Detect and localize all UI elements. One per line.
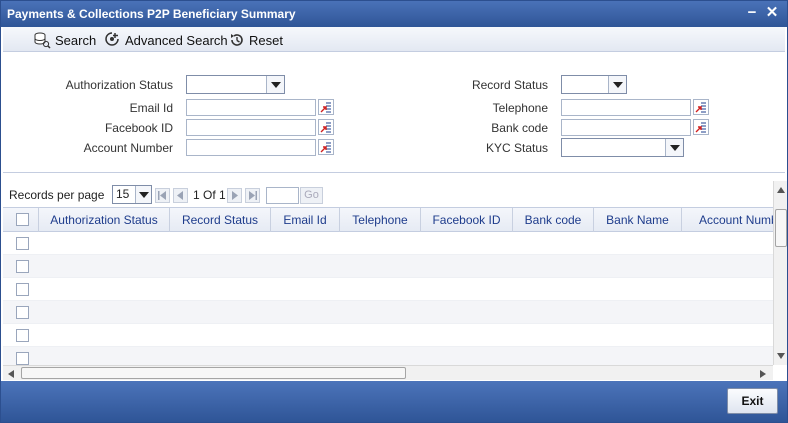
telephone-label: Telephone: [492, 101, 548, 115]
advanced-search-button[interactable]: Advanced Search: [103, 30, 228, 50]
facebook-id-lov-icon[interactable]: [318, 119, 334, 135]
telephone-input[interactable]: [561, 99, 691, 116]
toolbar: Search Advanced Search Reset: [3, 27, 785, 52]
facebook-id-label: Facebook ID: [104, 121, 173, 135]
column-header[interactable]: Telephone: [340, 208, 421, 232]
row-checkbox[interactable]: [16, 283, 29, 296]
bank-code-lov-icon[interactable]: [693, 119, 709, 135]
column-header[interactable]: Record Status: [170, 208, 271, 232]
account-number-input[interactable]: [186, 139, 316, 156]
telephone-lov-icon[interactable]: [693, 99, 709, 115]
record-status-select[interactable]: [561, 75, 627, 94]
pager: Records per page 15 1 Of 1 Go: [3, 181, 773, 207]
email-id-label: Email Id: [129, 101, 173, 115]
last-page-icon[interactable]: [245, 188, 260, 203]
table-row: [3, 347, 773, 365]
table-row: [3, 278, 773, 301]
vertical-scrollbar[interactable]: [773, 181, 787, 365]
email-id-lov-icon[interactable]: [318, 99, 334, 115]
scroll-up-icon[interactable]: [777, 187, 785, 193]
table-row: [3, 324, 773, 347]
column-header[interactable]: Bank code: [513, 208, 594, 232]
authorization-status-label: Authorization Status: [65, 78, 173, 92]
advanced-search-label: Advanced Search: [125, 32, 228, 48]
previous-page-icon[interactable]: [173, 188, 188, 203]
chevron-down-icon: [135, 186, 151, 203]
search-label: Search: [55, 32, 97, 48]
advanced-search-icon: [105, 32, 119, 46]
column-header[interactable]: Facebook ID: [421, 208, 513, 232]
select-all-checkbox[interactable]: [16, 213, 29, 226]
results-grid: Authorization Status Record Status Email…: [3, 207, 773, 365]
beneficiary-summary-window: Payments & Collections P2P Beneficiary S…: [0, 0, 788, 423]
window-title: Payments & Collections P2P Beneficiary S…: [7, 7, 296, 21]
row-checkbox[interactable]: [16, 352, 29, 365]
reset-button[interactable]: Reset: [229, 30, 283, 50]
chevron-down-icon: [608, 76, 626, 93]
horizontal-scrollbar[interactable]: [3, 365, 773, 380]
account-number-label: Account Number: [83, 141, 173, 155]
select-all-cell: [3, 208, 39, 232]
facebook-id-input[interactable]: [186, 119, 316, 136]
page-info: 1 Of 1: [193, 188, 226, 202]
record-status-label: Record Status: [471, 78, 548, 92]
footer-bar: Exit: [1, 381, 787, 422]
next-page-icon[interactable]: [227, 188, 242, 203]
authorization-status-select[interactable]: [186, 75, 285, 94]
column-header[interactable]: Bank Name: [594, 208, 682, 232]
exit-button[interactable]: Exit: [727, 388, 778, 414]
table-row: [3, 255, 773, 278]
kyc-status-label: KYC Status: [485, 141, 548, 155]
records-per-page-value: 15: [116, 187, 130, 201]
email-id-input[interactable]: [186, 99, 316, 116]
search-criteria-form: Authorization Status Email Id Facebook I…: [3, 53, 785, 173]
account-number-lov-icon[interactable]: [318, 139, 334, 155]
bank-code-label: Bank code: [491, 121, 548, 135]
search-button[interactable]: Search: [33, 30, 96, 50]
minimize-icon[interactable]: −: [743, 4, 761, 22]
row-checkbox[interactable]: [16, 306, 29, 319]
close-icon[interactable]: ✕: [763, 4, 781, 22]
reset-label: Reset: [249, 32, 283, 48]
chevron-down-icon: [266, 76, 284, 93]
go-button[interactable]: Go: [300, 187, 323, 204]
column-header[interactable]: Account Number: [682, 208, 773, 232]
bank-code-input[interactable]: [561, 119, 691, 136]
reset-icon: [231, 34, 243, 46]
table-row: [3, 232, 773, 255]
column-header[interactable]: Email Id: [271, 208, 340, 232]
row-checkbox[interactable]: [16, 237, 29, 250]
row-checkbox[interactable]: [16, 329, 29, 342]
scroll-down-icon[interactable]: [777, 353, 785, 359]
first-page-icon[interactable]: [155, 188, 170, 203]
column-header[interactable]: Authorization Status: [39, 208, 170, 232]
row-checkbox[interactable]: [16, 260, 29, 273]
vertical-scroll-thumb[interactable]: [775, 209, 787, 247]
scroll-right-icon[interactable]: [760, 370, 766, 378]
chevron-down-icon: [665, 139, 683, 156]
records-per-page-select[interactable]: 15: [112, 185, 152, 204]
grid-header: Authorization Status Record Status Email…: [3, 208, 773, 232]
table-row: [3, 301, 773, 324]
kyc-status-select[interactable]: [561, 138, 684, 157]
goto-page-input[interactable]: [266, 187, 299, 204]
records-per-page-label: Records per page: [9, 188, 105, 202]
title-bar: Payments & Collections P2P Beneficiary S…: [1, 1, 787, 27]
search-db-icon: [34, 32, 51, 49]
horizontal-scroll-thumb[interactable]: [21, 367, 406, 379]
scroll-left-icon[interactable]: [8, 370, 14, 378]
